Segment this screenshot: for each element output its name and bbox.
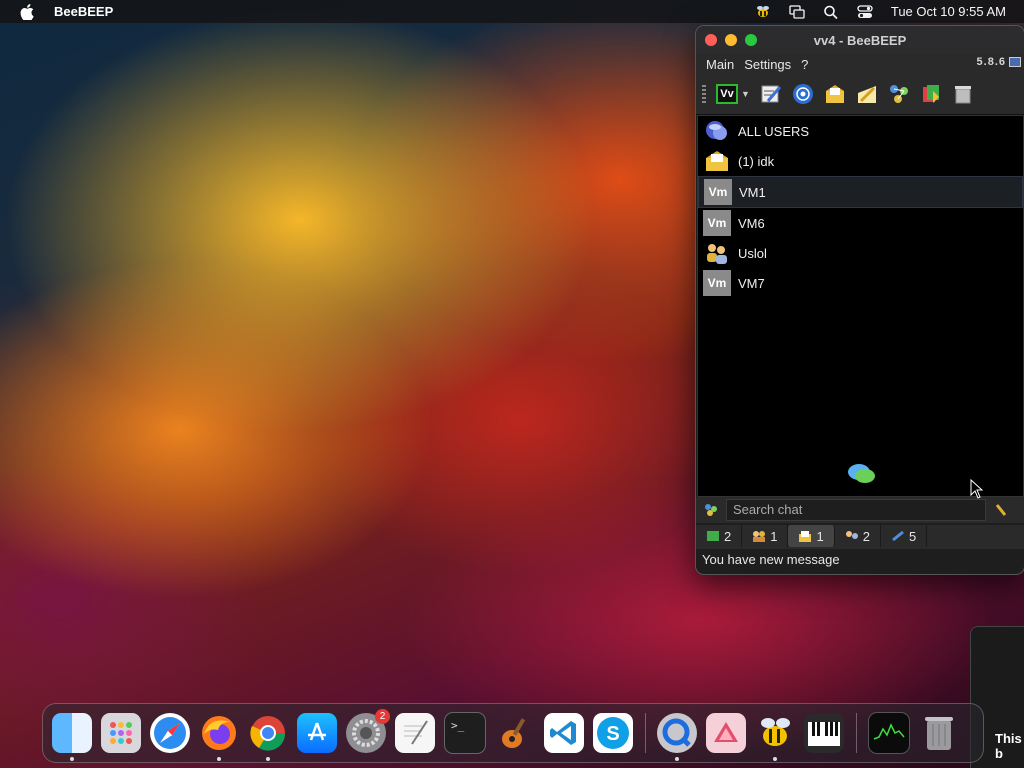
spotlight-search-icon[interactable] bbox=[823, 5, 839, 19]
tab-count: 1 bbox=[816, 528, 824, 544]
active-app-name[interactable]: BeeBEEP bbox=[54, 4, 113, 19]
list-item-vm1[interactable]: Vm VM1 bbox=[698, 176, 1023, 208]
user-list: ALL USERS (1) idk Vm VM1 Vm VM6 Uslol Vm… bbox=[697, 115, 1024, 497]
tab-count: 5 bbox=[908, 528, 917, 544]
list-item-uslol[interactable]: Uslol bbox=[698, 238, 1023, 268]
list-item-label: VM7 bbox=[738, 275, 765, 291]
search-chat-input[interactable]: Search chat bbox=[726, 499, 986, 521]
screen-mirroring-icon[interactable] bbox=[789, 4, 805, 19]
vm-avatar: Vm bbox=[703, 210, 731, 236]
dock-system-settings-icon[interactable]: 2 bbox=[346, 709, 390, 753]
title-bar[interactable]: vv4 - BeeBEEP bbox=[696, 26, 1024, 54]
tab-network[interactable]: 5 bbox=[881, 525, 928, 547]
list-item-label: (1) idk bbox=[738, 153, 775, 169]
tab-messages[interactable]: 1 bbox=[788, 525, 835, 547]
close-window-button[interactable] bbox=[705, 34, 717, 46]
vm-avatar: Vm bbox=[704, 179, 732, 205]
dock-app-store-icon[interactable] bbox=[297, 713, 337, 753]
clear-trash-icon[interactable] bbox=[952, 83, 974, 105]
group-users-icon bbox=[703, 240, 731, 266]
search-bar: Search chat bbox=[696, 497, 1024, 523]
list-item-idk[interactable]: (1) idk bbox=[698, 146, 1023, 176]
clear-search-icon[interactable] bbox=[994, 503, 1008, 517]
menu-settings[interactable]: Settings bbox=[744, 57, 791, 72]
tab-count: 2 bbox=[862, 528, 870, 544]
list-item-label: Uslol bbox=[738, 245, 767, 261]
edit-profile-icon[interactable] bbox=[760, 83, 782, 105]
dock-finder-icon[interactable] bbox=[52, 713, 92, 761]
dock-activity-monitor-icon[interactable] bbox=[868, 712, 910, 754]
list-item-vm7[interactable]: Vm VM7 bbox=[698, 268, 1023, 298]
list-item-vm6[interactable]: Vm VM6 bbox=[698, 208, 1023, 238]
all-users-icon bbox=[703, 118, 731, 144]
list-item-label: VM6 bbox=[738, 215, 765, 231]
chat-tab-icon bbox=[707, 531, 719, 541]
dock-beebeep-icon[interactable] bbox=[755, 713, 795, 761]
network-status-icon[interactable] bbox=[704, 503, 718, 517]
dock-launchpad-icon[interactable] bbox=[101, 713, 141, 753]
tab-count: 2 bbox=[724, 528, 732, 544]
file-share-icon[interactable] bbox=[920, 83, 942, 105]
clock[interactable]: Tue Oct 10 9:55 AM bbox=[891, 4, 1006, 19]
dock: 2 >_ S bbox=[42, 703, 984, 763]
dock-skype-icon[interactable]: S bbox=[593, 713, 633, 753]
menu-help[interactable]: ? bbox=[801, 57, 808, 72]
toolbar: Vv ▼ bbox=[696, 74, 1024, 115]
network-tab-icon bbox=[892, 530, 904, 542]
zoom-window-button[interactable] bbox=[745, 34, 757, 46]
dock-terminal-icon[interactable]: >_ bbox=[444, 712, 486, 754]
broadcast-icon[interactable] bbox=[792, 83, 814, 105]
users-tab-icon bbox=[753, 531, 766, 542]
status-bar-text: You have new message bbox=[702, 552, 840, 567]
menu-bar: BeeBEEP Tue Oct 10 9:55 AM bbox=[0, 0, 1024, 23]
tab-count: 1 bbox=[770, 528, 778, 544]
list-item-label: ALL USERS bbox=[738, 123, 810, 139]
message-tab-icon bbox=[799, 531, 812, 542]
profile-button[interactable]: Vv bbox=[716, 84, 738, 104]
tab-chats[interactable]: 2 bbox=[696, 525, 743, 547]
dock-safari-icon[interactable] bbox=[150, 713, 190, 753]
network-icon[interactable] bbox=[888, 83, 910, 105]
open-envelope-icon[interactable] bbox=[824, 83, 846, 105]
notification-text: This b bbox=[995, 731, 1022, 761]
tab-users[interactable]: 1 bbox=[742, 525, 789, 547]
dock-quicktime-icon[interactable] bbox=[657, 713, 697, 761]
app-menu-bar: Main Settings ? 5.8.6 bbox=[696, 54, 1024, 74]
version-label: 5.8.6 bbox=[976, 56, 1006, 68]
write-message-icon[interactable] bbox=[856, 83, 878, 105]
list-item-all-users[interactable]: ALL USERS bbox=[698, 116, 1023, 146]
language-flag-icon bbox=[1009, 57, 1021, 67]
dock-textedit-icon[interactable] bbox=[395, 713, 435, 753]
chat-bubbles-icon[interactable] bbox=[846, 462, 878, 486]
tab-groups[interactable]: 2 bbox=[835, 525, 881, 547]
dock-separator bbox=[645, 713, 646, 753]
minimize-window-button[interactable] bbox=[725, 34, 737, 46]
vm-avatar: Vm bbox=[703, 270, 731, 296]
control-center-icon[interactable] bbox=[857, 4, 873, 19]
menu-main[interactable]: Main bbox=[706, 57, 734, 72]
groups-tab-icon bbox=[845, 531, 858, 539]
list-item-label: VM1 bbox=[739, 184, 766, 200]
beebeep-status-icon[interactable] bbox=[755, 5, 771, 19]
dock-trash-icon[interactable] bbox=[919, 713, 959, 753]
dock-vscode-icon[interactable] bbox=[544, 713, 584, 753]
unread-message-icon bbox=[703, 148, 731, 174]
tab-bar: 2 1 1 2 5 bbox=[696, 525, 1024, 549]
mouse-cursor-icon bbox=[970, 479, 984, 499]
dock-affinity-designer-icon[interactable] bbox=[706, 713, 746, 753]
dock-garageband-icon[interactable] bbox=[495, 713, 535, 753]
chevron-down-icon[interactable]: ▼ bbox=[741, 89, 750, 99]
apple-icon[interactable] bbox=[20, 3, 34, 20]
dock-chrome-icon[interactable] bbox=[248, 713, 288, 761]
dock-piano-icon[interactable] bbox=[804, 713, 844, 753]
toolbar-grip[interactable] bbox=[702, 85, 706, 103]
notification-badge: 2 bbox=[375, 709, 390, 724]
svg-text:S: S bbox=[606, 723, 619, 745]
dock-firefox-icon[interactable] bbox=[199, 713, 239, 761]
dock-separator bbox=[856, 713, 857, 753]
